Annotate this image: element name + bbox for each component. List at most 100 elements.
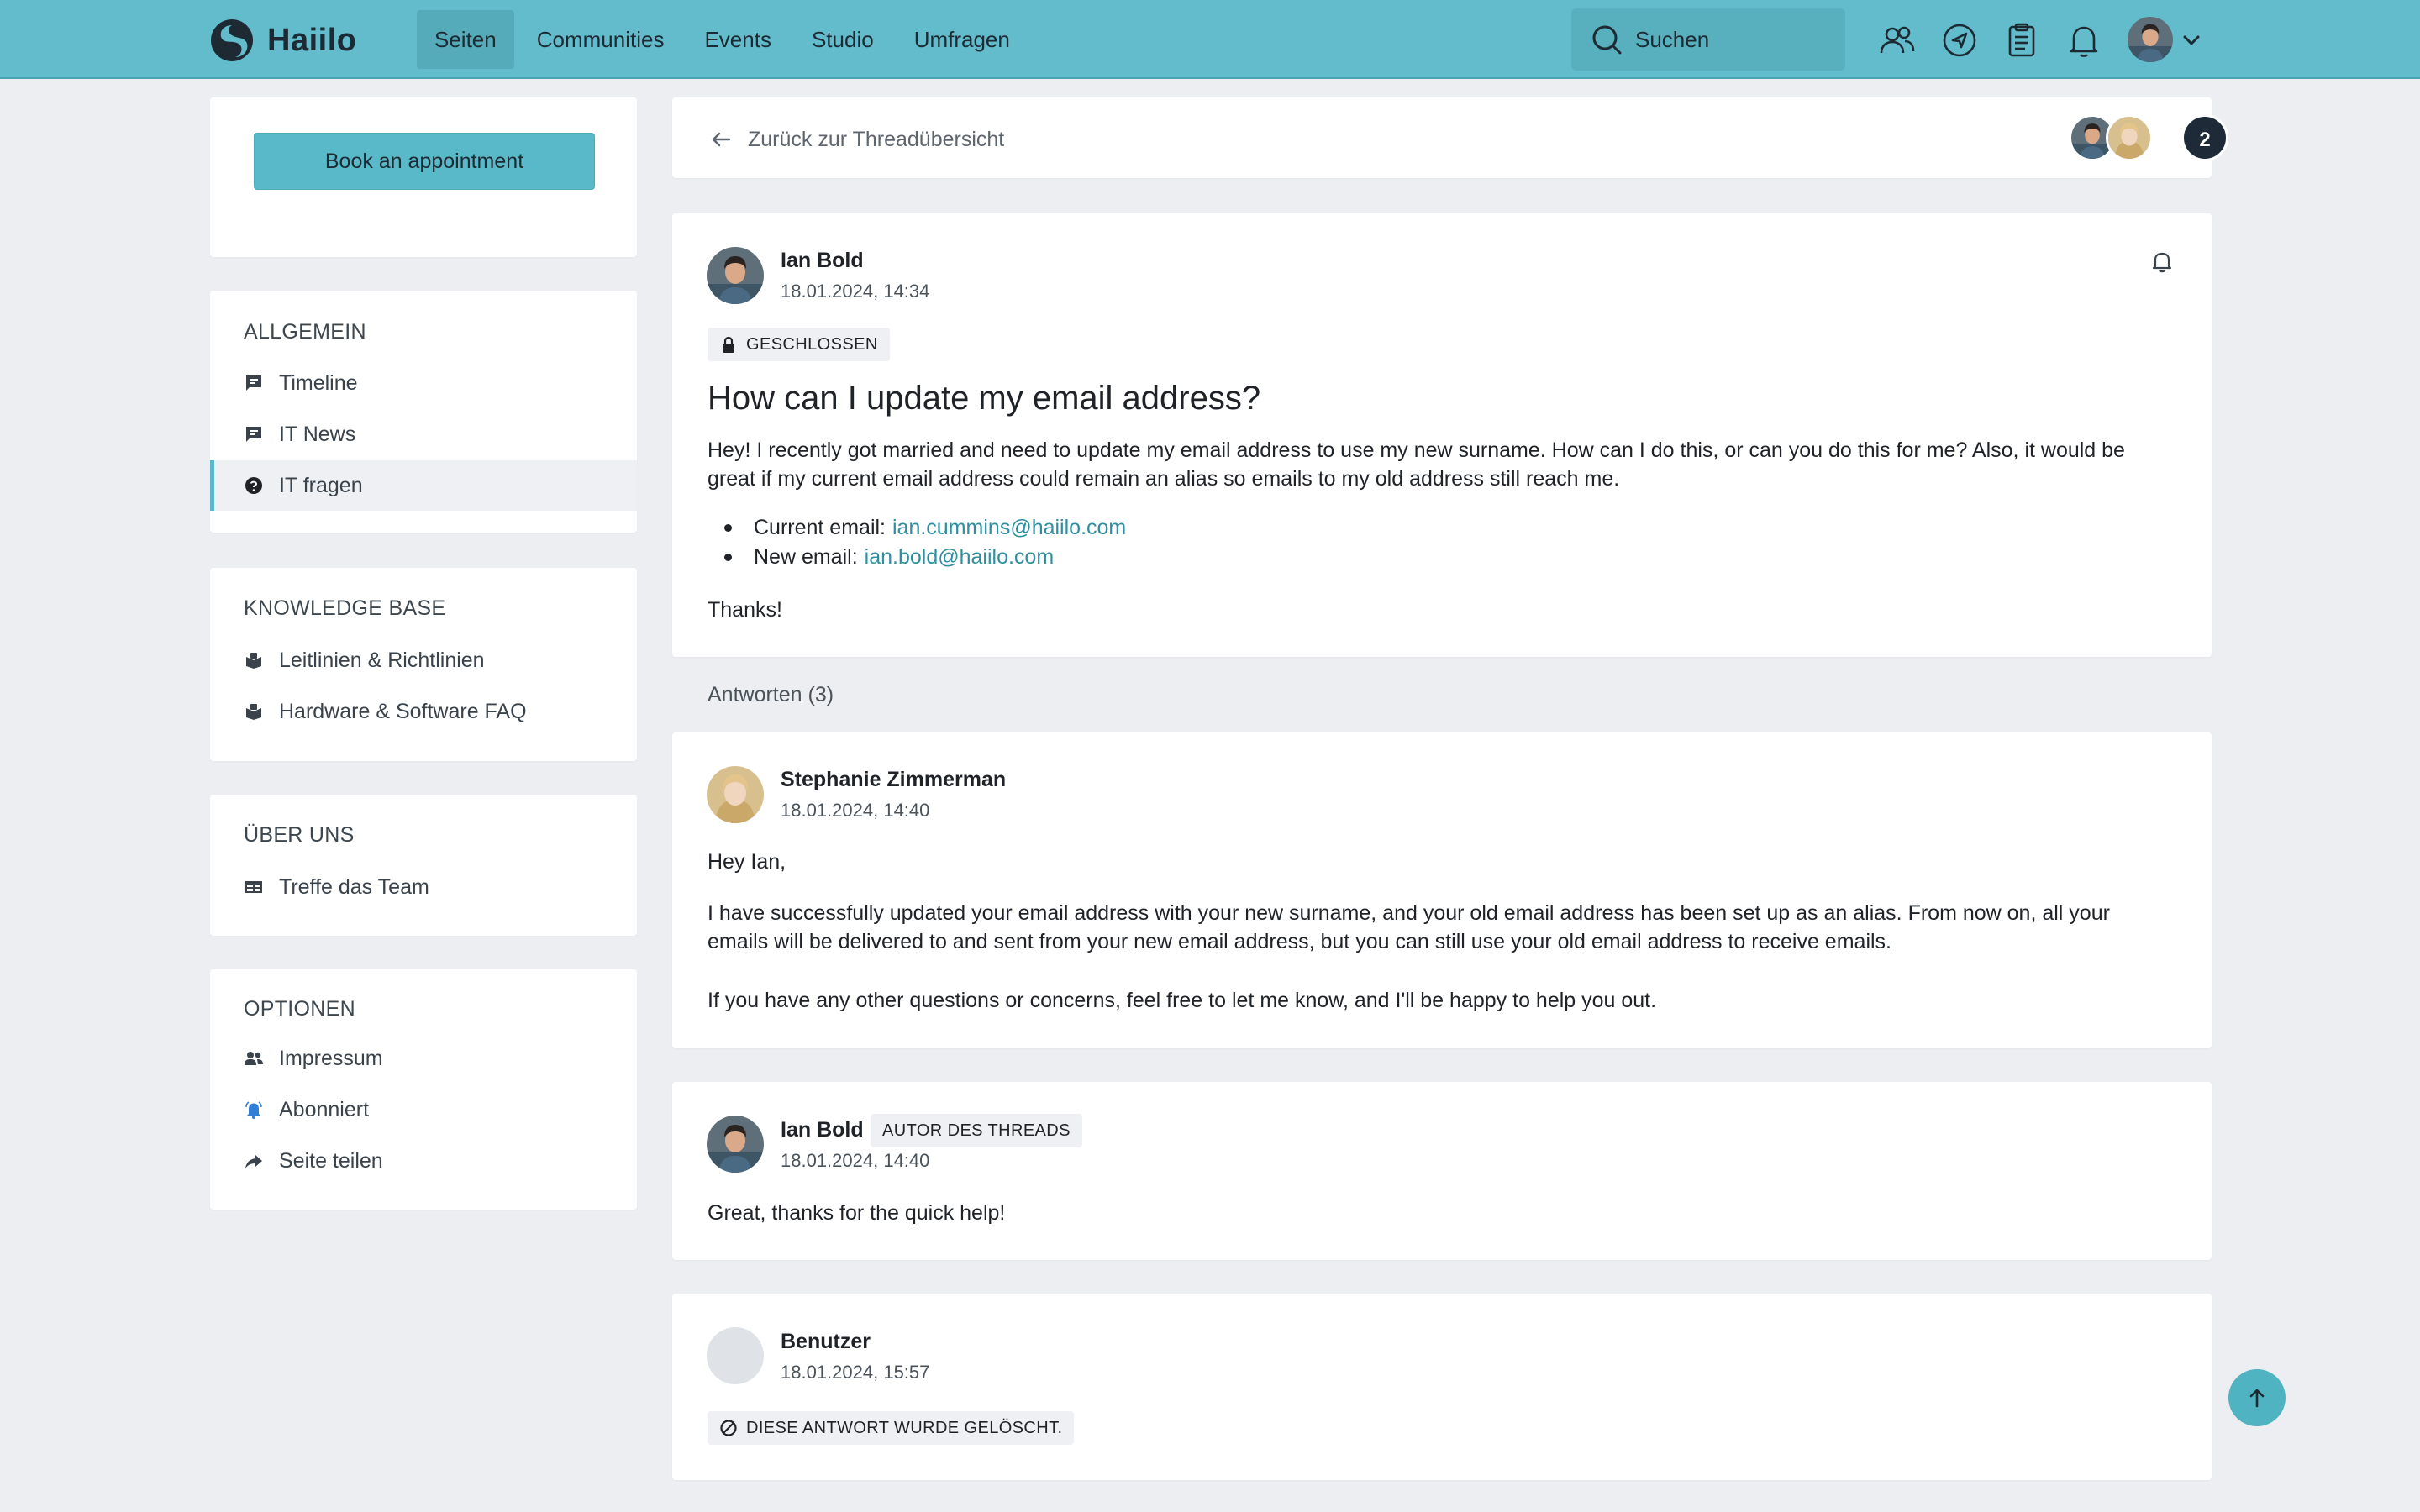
reply-author-avatar[interactable] (707, 1116, 764, 1173)
bullet-dot (724, 554, 732, 561)
sidebar-item-seite-teilen[interactable]: Seite teilen (210, 1136, 637, 1186)
replies-count-label: Antworten (3) (708, 683, 834, 706)
table-icon (245, 881, 262, 893)
sidebar-item-label: Leitlinien & Richtlinien (279, 648, 485, 672)
participants-count-badge[interactable]: 2 (2181, 114, 2228, 161)
reply-author-avatar-image (707, 766, 764, 823)
author-avatar[interactable] (707, 247, 764, 304)
sidebar-item-label: Hardware & Software FAQ (279, 699, 527, 723)
tasks-button[interactable] (2003, 22, 2040, 59)
clipboard-icon (2008, 23, 2035, 57)
back-link-label: Zurück zur Threadübersicht (748, 127, 1005, 151)
thread-title: How can I update my email address? (708, 380, 1261, 417)
reply-paragraph: Hey Ian, (708, 850, 786, 874)
reply-author-name[interactable]: Stephanie Zimmerman (781, 768, 1006, 792)
colleagues-button[interactable] (1879, 22, 1916, 59)
arrow-left-icon (712, 132, 731, 147)
deleted-reply-notice: DIESE ANTWORT WURDE GELÖSCHT. (708, 1411, 1075, 1445)
reply-author-avatar-image (707, 1116, 764, 1173)
status-badge-closed: GESCHLOSSEN (708, 328, 890, 361)
sidebar-heading-optionen: OPTIONEN (244, 997, 355, 1021)
bullet-label: Current email: (754, 516, 886, 539)
sidebar-heading-ueber-uns: ÜBER UNS (244, 823, 355, 847)
sidebar-item-it-news[interactable]: IT News (210, 409, 637, 459)
sidebar-heading-allgemein: ALLGEMEIN (244, 320, 366, 344)
reply-author-name[interactable]: Benutzer (781, 1330, 871, 1354)
sidebar-item-timeline[interactable]: Timeline (210, 358, 637, 408)
post-author-name[interactable]: Ian Bold (781, 249, 864, 273)
sidebar-item-hardware-software-faq[interactable]: Hardware & Software FAQ (210, 686, 637, 737)
sidebar-item-label: IT News (279, 422, 356, 446)
top-bar: Haiilo Seiten Communities Events Studio … (0, 0, 2420, 79)
search-icon (1592, 25, 1622, 55)
compass-navigation-icon (1943, 24, 1976, 57)
reply-author-avatar-placeholder (707, 1327, 764, 1384)
sidebar-heading-knowledge-base: KNOWLEDGE BASE (244, 596, 446, 620)
comment-icon (246, 427, 261, 442)
forbidden-icon (720, 1420, 737, 1436)
search-input[interactable] (1635, 26, 1820, 53)
book-appointment-button[interactable]: Book an appointment (254, 133, 595, 190)
book-icon (246, 653, 261, 669)
new-email-link[interactable]: ian.bold@haiilo.com (865, 545, 1055, 570)
reply-author-name[interactable]: Ian Bold (781, 1118, 864, 1142)
notifications-button[interactable] (2065, 22, 2102, 59)
thread-author-badge: AUTOR DES THREADS (871, 1114, 1082, 1147)
subscribe-bell-icon[interactable] (2149, 249, 2175, 274)
deleted-notice-label: DIESE ANTWORT WURDE GELÖSCHT. (746, 1418, 1063, 1437)
sidebar-item-label: Timeline (279, 370, 358, 395)
list-item: New email: ian.bold@haiilo.com (724, 545, 1054, 570)
bullet-label: New email: (754, 545, 858, 569)
app-logo[interactable]: Haiilo (210, 17, 356, 64)
participant-avatar-image (2108, 117, 2150, 159)
list-item: Current email: ian.cummins@haiilo.com (724, 516, 1126, 540)
reply-paragraph: I have successfully updated your email a… (708, 901, 2110, 953)
reply-paragraph: If you have any other questions or conce… (708, 989, 1657, 1012)
reply-card (672, 1294, 2212, 1480)
nav-events[interactable]: Events (687, 10, 789, 69)
sidebar-item-impressum[interactable]: Impressum (210, 1033, 637, 1084)
reply-date: 18.01.2024, 15:57 (781, 1362, 930, 1383)
book-icon (246, 704, 261, 720)
reply-date: 18.01.2024, 14:40 (781, 1150, 930, 1171)
bell-icon (2070, 26, 2098, 57)
app-name: Haiilo (267, 22, 357, 58)
reply-author-avatar[interactable] (707, 766, 764, 823)
nav-communities[interactable]: Communities (519, 10, 682, 69)
sidebar-item-label: Seite teilen (279, 1148, 383, 1173)
bell-ring-icon (245, 1101, 262, 1119)
main-nav: Seiten Communities Events Studio Umfrage… (417, 10, 1033, 69)
nav-umfragen[interactable]: Umfragen (897, 10, 1028, 69)
search-box[interactable] (1571, 8, 1845, 71)
current-email-link[interactable]: ian.cummins@haiilo.com (892, 516, 1126, 540)
bullet-dot (724, 524, 732, 532)
participant-avatar[interactable] (2106, 114, 2153, 161)
question-icon (245, 477, 262, 494)
share-icon (245, 1155, 262, 1168)
arrow-up-icon (2249, 1389, 2265, 1408)
author-avatar-image (707, 247, 764, 304)
status-label: GESCHLOSSEN (746, 334, 878, 354)
lock-icon (723, 336, 734, 353)
sidebar-item-treffe-das-team[interactable]: Treffe das Team (210, 862, 637, 912)
thread-body: Hey! I recently got married and need to … (708, 438, 2125, 491)
scroll-to-top-button[interactable] (2228, 1369, 2286, 1426)
sidebar-item-label: IT fragen (279, 473, 363, 497)
people-icon (1880, 26, 1915, 54)
people-icon (245, 1052, 263, 1065)
back-to-overview-link[interactable]: Zurück zur Threadübersicht (709, 124, 1004, 155)
nav-studio[interactable]: Studio (794, 10, 892, 69)
sidebar-item-leitlinien[interactable]: Leitlinien & Richtlinien (210, 635, 637, 685)
sidebar-item-label: Impressum (279, 1046, 383, 1070)
nav-seiten[interactable]: Seiten (417, 10, 514, 69)
user-avatar-image (2128, 17, 2173, 62)
explore-button[interactable] (1941, 22, 1978, 59)
post-date: 18.01.2024, 14:34 (781, 281, 930, 302)
sidebar-item-it-fragen[interactable]: IT fragen (210, 460, 637, 511)
thread-closing: Thanks! (708, 598, 782, 622)
user-avatar[interactable] (2128, 17, 2173, 62)
sidebar-item-label: Abonniert (279, 1097, 370, 1121)
comment-icon (246, 375, 261, 391)
chevron-down-icon[interactable] (2178, 27, 2205, 54)
sidebar-item-abonniert[interactable]: Abonniert (210, 1084, 637, 1135)
